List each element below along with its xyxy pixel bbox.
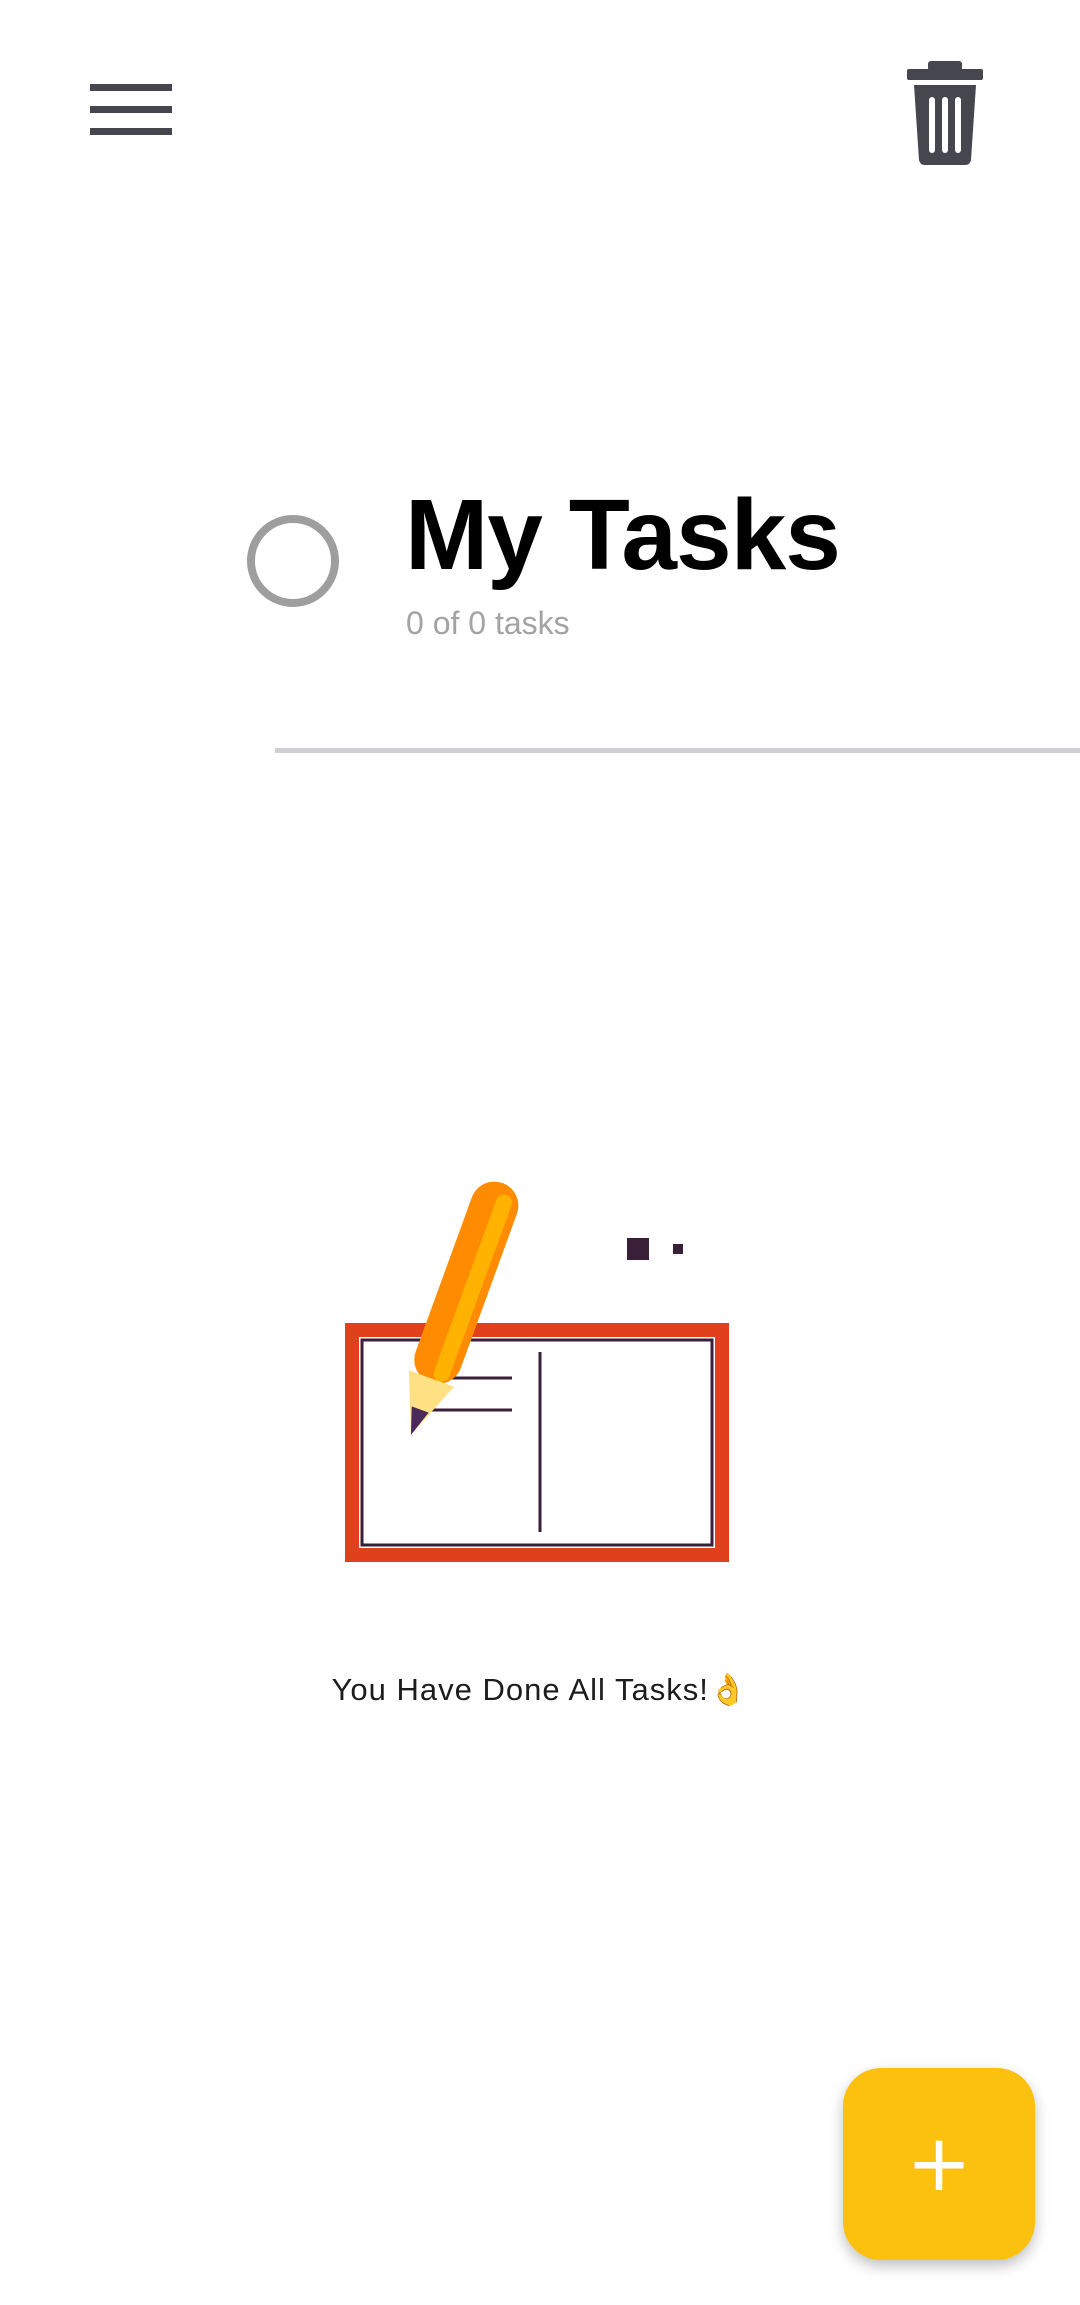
pencil-and-card-illustration [345,1181,729,1562]
trash-icon [907,61,983,165]
menu-button[interactable] [70,60,192,160]
header-divider [275,748,1080,753]
page-title: My Tasks [405,479,841,591]
task-list-screen: My Tasks 0 of 0 tasks You Have Done All … [0,0,1080,2305]
delete-button[interactable] [890,55,1000,170]
add-task-button[interactable]: + [843,2068,1035,2260]
empty-state-message: You Have Done All Tasks!👌 [331,1672,749,1707]
list-header: My Tasks 0 of 0 tasks [0,460,1080,660]
task-count-text: 0 of 0 tasks [406,605,570,641]
progress-ring [247,515,339,607]
plus-icon: + [906,2119,972,2209]
